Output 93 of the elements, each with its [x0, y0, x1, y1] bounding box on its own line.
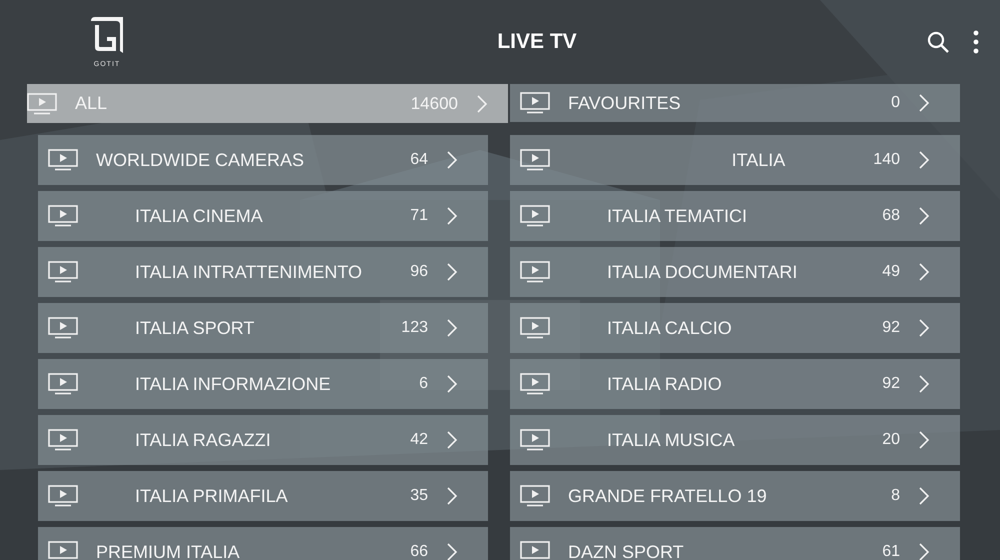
tv-icon: [48, 205, 78, 227]
category-item[interactable]: ITALIA CALCIO 92: [510, 303, 960, 353]
category-name: ITALIA RADIO: [607, 374, 723, 394]
category-name: ITALIA INFORMAZIONE: [135, 374, 332, 394]
category-name: ITALIA CALCIO: [607, 318, 733, 338]
chevron-right-icon: [918, 262, 930, 282]
category-item[interactable]: FAVOURITES 0: [510, 84, 960, 122]
channel-count: 20: [882, 431, 900, 449]
category-name: ITALIA: [730, 150, 786, 170]
category-name: ITALIA SPORT: [135, 318, 256, 338]
category-item[interactable]: ALL 14600: [27, 84, 508, 123]
channel-count: 96: [410, 263, 428, 281]
category-item[interactable]: ITALIA CINEMA 71: [38, 191, 488, 241]
chevron-right-icon: [476, 94, 488, 114]
category-name: PREMIUM ITALIA: [96, 542, 241, 560]
category-name: ALL: [75, 93, 108, 114]
channel-count: 61: [882, 543, 900, 560]
chevron-right-icon: [446, 430, 458, 450]
tv-icon: [520, 373, 550, 395]
tv-icon: [520, 317, 550, 339]
channel-count: 92: [882, 375, 900, 393]
chevron-right-icon: [918, 430, 930, 450]
chevron-right-icon: [446, 262, 458, 282]
category-name: ITALIA PRIMAFILA: [135, 486, 289, 506]
channel-count: 14600: [410, 94, 458, 114]
tv-icon: [48, 485, 78, 507]
tv-icon: [520, 205, 550, 227]
category-item[interactable]: ITALIA MUSICA 20: [510, 415, 960, 465]
category-item[interactable]: ITALIA RAGAZZI 42: [38, 415, 488, 465]
tv-icon: [520, 261, 550, 283]
chevron-right-icon: [446, 150, 458, 170]
category-item[interactable]: ITALIA RADIO 92: [510, 359, 960, 409]
tv-icon: [48, 261, 78, 283]
channel-count: 140: [873, 151, 900, 169]
tv-icon: [520, 92, 550, 114]
category-name: ITALIA DOCUMENTARI: [607, 262, 798, 282]
category-name: DAZN SPORT: [568, 542, 685, 560]
channel-count: 42: [410, 431, 428, 449]
chevron-right-icon: [918, 150, 930, 170]
screen-title: LIVE TV: [496, 30, 578, 54]
tv-icon: [520, 429, 550, 451]
category-name: ITALIA RAGAZZI: [135, 430, 272, 450]
chevron-right-icon: [918, 374, 930, 394]
category-name: FAVOURITES: [568, 92, 682, 114]
more-icon[interactable]: [972, 30, 980, 54]
category-item[interactable]: DAZN SPORT 61: [510, 527, 960, 560]
category-name: GRANDE FRATELLO 19: [568, 486, 768, 506]
tv-icon: [48, 149, 78, 171]
channel-count: 66: [410, 543, 428, 560]
category-item[interactable]: ITALIA TEMATICI 68: [510, 191, 960, 241]
category-name: ITALIA CINEMA: [135, 206, 264, 226]
chevron-right-icon: [918, 93, 930, 113]
category-name: ITALIA MUSICA: [607, 430, 736, 450]
category-item[interactable]: ITALIA SPORT 123: [38, 303, 488, 353]
search-icon[interactable]: [926, 30, 950, 54]
category-item[interactable]: GRANDE FRATELLO 19 8: [510, 471, 960, 521]
category-item[interactable]: WORLDWIDE CAMERAS 64: [38, 135, 488, 185]
chevron-right-icon: [446, 486, 458, 506]
tv-icon: [48, 429, 78, 451]
category-item[interactable]: ITALIA INTRATTENIMENTO 96: [38, 247, 488, 297]
channel-count: 64: [410, 151, 428, 169]
tv-icon: [48, 541, 78, 560]
channel-count: 49: [882, 263, 900, 281]
category-item[interactable]: PREMIUM ITALIA 66: [38, 527, 488, 560]
category-item[interactable]: ITALIA PRIMAFILA 35: [38, 471, 488, 521]
channel-count: 68: [882, 207, 900, 225]
category-name: ITALIA INTRATTENIMENTO: [135, 262, 364, 282]
chevron-right-icon: [918, 542, 930, 560]
tv-icon: [520, 541, 550, 560]
tv-icon: [27, 92, 57, 114]
channel-count: 6: [419, 375, 428, 393]
chevron-right-icon: [918, 318, 930, 338]
channel-count: 123: [401, 319, 428, 337]
category-item[interactable]: ITALIA 140: [510, 135, 960, 185]
channel-count: 35: [410, 487, 428, 505]
tv-icon: [48, 373, 78, 395]
chevron-right-icon: [918, 486, 930, 506]
channel-count: 0: [891, 94, 900, 112]
category-name: ITALIA TEMATICI: [607, 206, 748, 226]
category-name: WORLDWIDE CAMERAS: [96, 150, 306, 170]
tv-icon: [520, 149, 550, 171]
channel-count: 8: [891, 487, 900, 505]
chevron-right-icon: [446, 374, 458, 394]
tv-icon: [48, 317, 78, 339]
tv-icon: [520, 485, 550, 507]
channel-count: 71: [410, 207, 428, 225]
chevron-right-icon: [446, 206, 458, 226]
channel-count: 92: [882, 319, 900, 337]
category-item[interactable]: ITALIA DOCUMENTARI 49: [510, 247, 960, 297]
chevron-right-icon: [918, 206, 930, 226]
category-item[interactable]: ITALIA INFORMAZIONE 6: [38, 359, 488, 409]
chevron-right-icon: [446, 542, 458, 560]
chevron-right-icon: [446, 318, 458, 338]
